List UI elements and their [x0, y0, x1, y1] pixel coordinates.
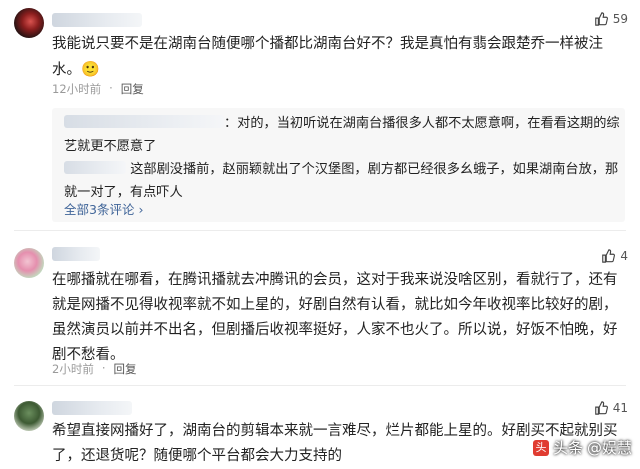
reply-username[interactable]: [64, 161, 126, 174]
thumbs-up-icon: [594, 401, 608, 415]
like-count: 41: [612, 401, 628, 415]
avatar[interactable]: [14, 8, 44, 38]
toutiao-logo-icon: 头: [532, 439, 549, 456]
comment-2: 4 在哪播就在哪看，在腾讯播就去冲腾讯的会员，这对于我来说没啥区别，看就行了，还…: [0, 240, 640, 380]
watermark: 头 头条 @娱慧: [532, 437, 632, 458]
watermark-account: @娱慧: [586, 439, 632, 457]
thumbs-up-icon: [602, 249, 616, 263]
divider: [14, 230, 626, 231]
reply-item: 这部剧没播前，赵丽颖就出了个汉堡图，剧方都已经很多幺蛾子，如果湖南台放，那就一对…: [64, 161, 619, 200]
watermark-brand: 头条: [552, 439, 583, 457]
username[interactable]: [52, 247, 100, 261]
reply-button[interactable]: 回复: [121, 81, 144, 97]
smile-emoji: 🙂: [81, 60, 100, 78]
reply-username[interactable]: [64, 115, 224, 128]
like-count: 59: [612, 12, 628, 26]
divider: [14, 385, 626, 386]
like-button[interactable]: 59: [594, 12, 628, 26]
reply-item: ：对的，当初听说在湖南台播很多人都不太愿意啊，在看看这期的综艺就更不愿意了: [64, 115, 620, 154]
view-all-replies-link[interactable]: 全部3条评论 ›: [64, 199, 143, 218]
avatar[interactable]: [14, 248, 44, 278]
thumbs-up-icon: [594, 12, 608, 26]
avatar[interactable]: [14, 401, 44, 431]
reply-thread: ：对的，当初听说在湖南台播很多人都不太愿意啊，在看看这期的综艺就更不愿意了 这部…: [52, 108, 625, 222]
timestamp: 12小时前: [52, 82, 102, 96]
like-button[interactable]: 4: [601, 249, 628, 263]
timestamp: 2小时前: [52, 362, 94, 376]
comment-text: 在哪播就在哪看，在腾讯播就去冲腾讯的会员，这对于我来说没啥区别，看就行了，还有就…: [52, 272, 618, 363]
like-count: 4: [620, 249, 628, 263]
comment-1: 59 我能说只要不是在湖南台随便哪个播都比湖南台好不？我是真怕有翡会跟楚乔一样被…: [0, 0, 640, 225]
username[interactable]: [52, 401, 132, 415]
chevron-right-icon: ›: [138, 202, 144, 217]
username[interactable]: [52, 13, 142, 27]
reply-button[interactable]: 回复: [113, 361, 136, 377]
comment-text: 我能说只要不是在湖南台随便哪个播都比湖南台好不？我是真怕有翡会跟楚乔一样被注水。…: [52, 36, 603, 78]
like-button[interactable]: 41: [594, 401, 628, 415]
